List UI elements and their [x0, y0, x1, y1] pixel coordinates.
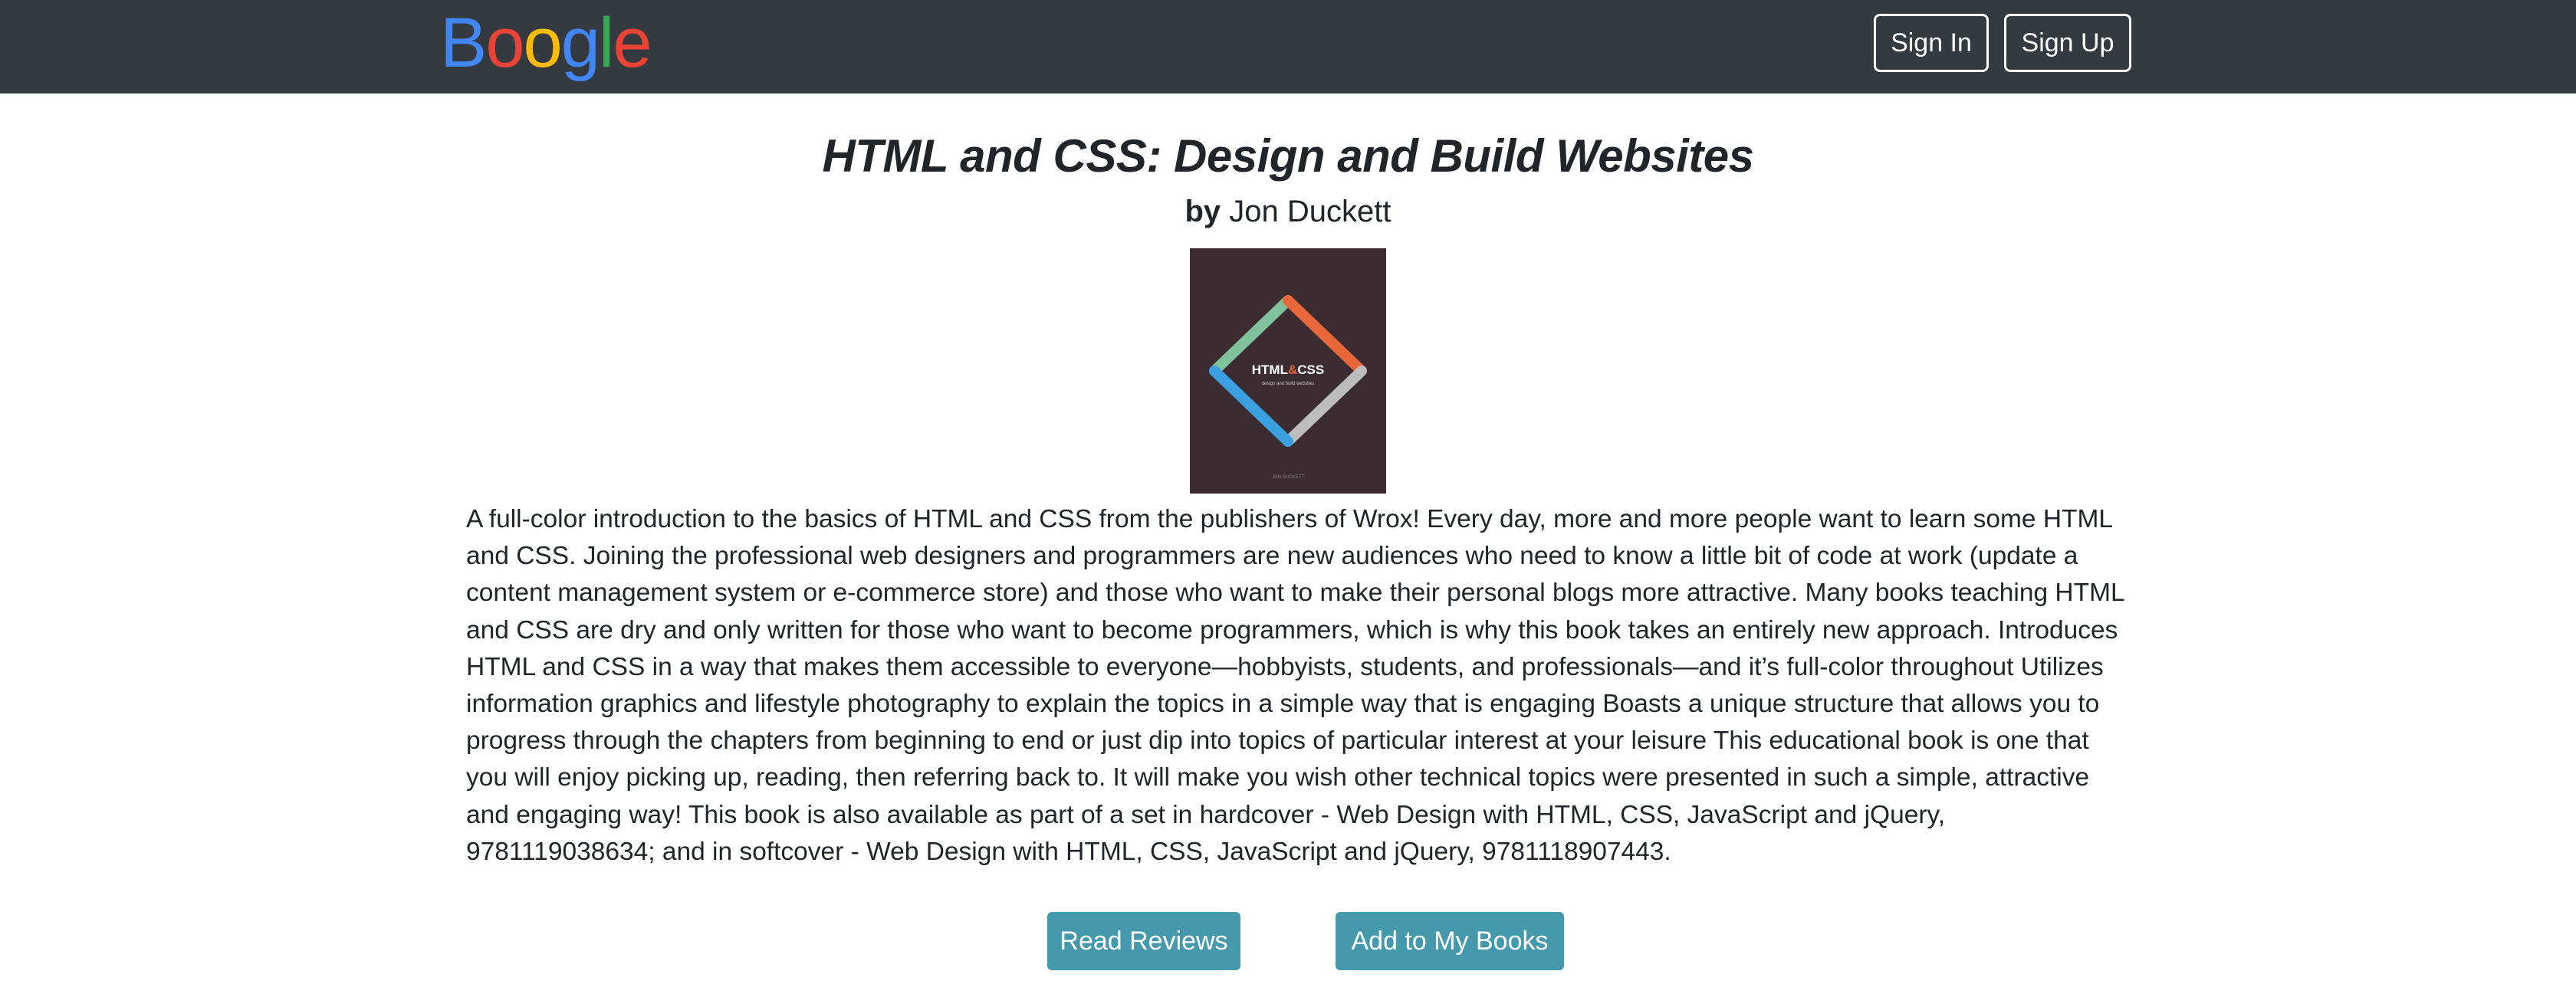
sign-in-button[interactable]: Sign In [1874, 14, 1989, 72]
cover-subtitle: design and build websites [1262, 382, 1315, 386]
book-cover-art: HTML&CSS design and build websites JON D… [1190, 248, 1386, 494]
book-description: A full-color introduction to the basics … [466, 505, 2124, 866]
top-navbar: Boogle Sign In Sign Up [0, 0, 2576, 93]
brand-letter: g [560, 4, 600, 82]
brand-letter: B [440, 4, 487, 82]
sign-up-button[interactable]: Sign Up [2004, 14, 2131, 72]
book-byline: by Jon Duckett [0, 192, 2576, 231]
brand-logo[interactable]: Boogle [440, 4, 652, 82]
brand-letter: e [613, 4, 652, 82]
cover-title-css: CSS [1297, 362, 1324, 377]
add-to-my-books-button[interactable]: Add to My Books [1336, 912, 1564, 970]
book-title: HTML and CSS: Design and Build Websites [822, 130, 1754, 182]
brand-letter: o [485, 4, 524, 82]
brand-letter: l [598, 4, 615, 82]
read-reviews-button[interactable]: Read Reviews [1047, 912, 1240, 970]
book-cover-image[interactable]: HTML&CSS design and build websites JON D… [1190, 248, 1386, 494]
svg-text:HTML&CSS: HTML&CSS [1252, 362, 1324, 377]
cover-author: JON DUCKETT [1272, 475, 1304, 480]
author-name: Jon Duckett [1229, 195, 1392, 228]
cover-title-html: HTML [1252, 362, 1288, 377]
by-label: by [1184, 195, 1221, 228]
cover-title-amp: & [1288, 362, 1297, 377]
brand-letter: o [523, 4, 563, 82]
